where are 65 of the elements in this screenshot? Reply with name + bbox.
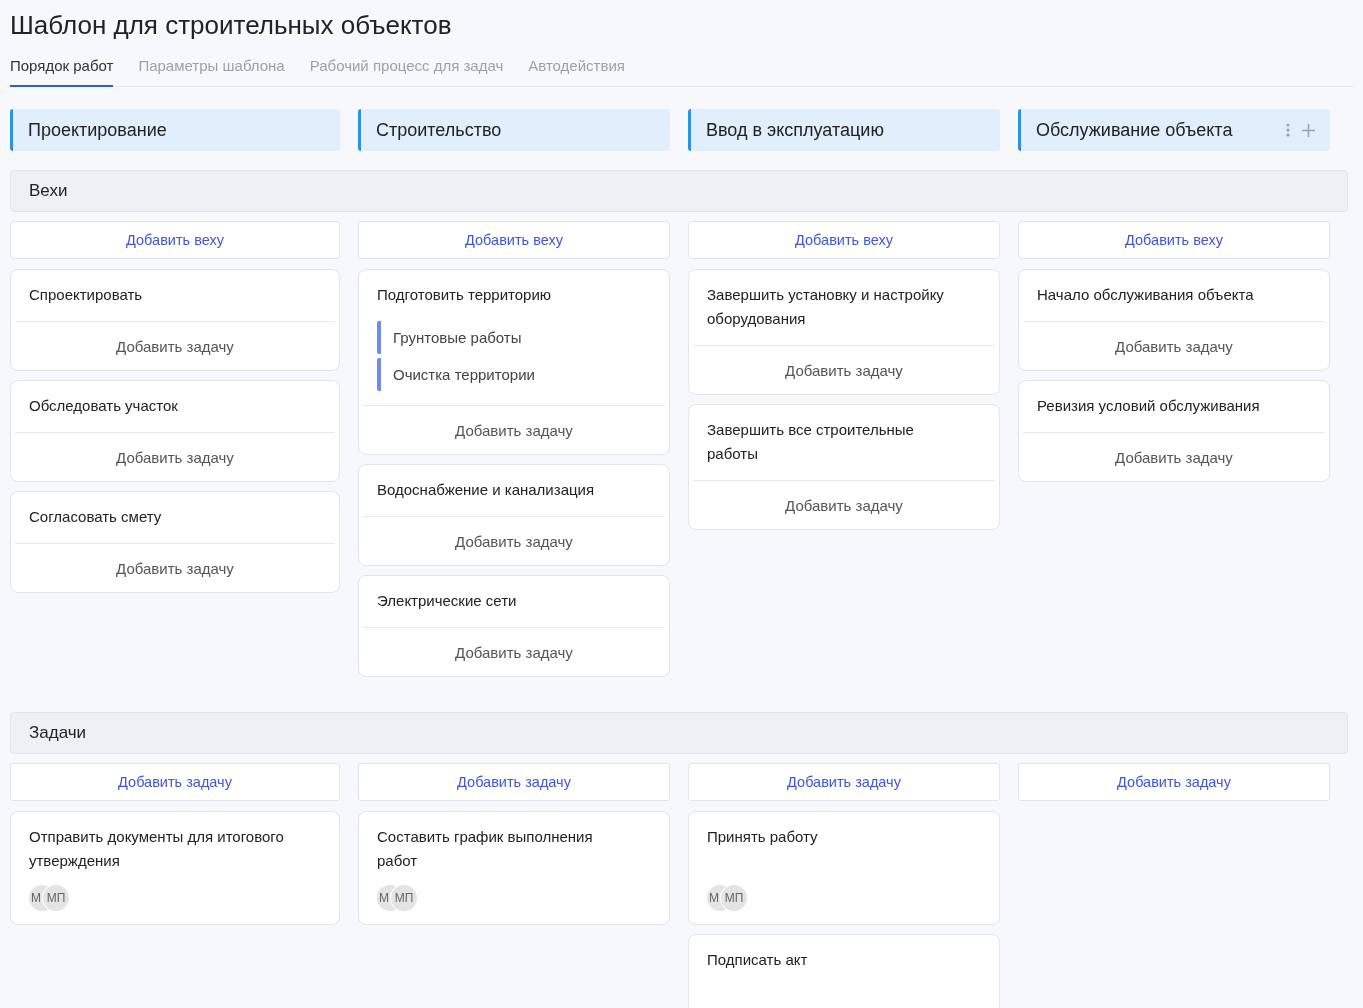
section-header: Задачи [10,712,1348,754]
stage-title: Обслуживание объекта [1036,119,1234,141]
task-card[interactable]: Составить график выполнения работ М МП [358,811,670,925]
add-button[interactable]: Добавить веху [10,221,340,259]
stage-header[interactable]: Строительство [358,109,670,151]
page-title: Шаблон для строительных объектов [9,9,453,42]
subtask-item[interactable]: Грунтовые работы [377,321,651,354]
add-button[interactable]: Добавить веху [1018,221,1330,259]
add-task-button[interactable]: Добавить задачу [689,346,999,394]
milestone-card[interactable]: Водоснабжение и канализация Добавить задачу [358,464,670,566]
stage-header[interactable]: Проектирование [10,109,340,151]
card-title: Завершить установку и настройку оборудования [706,285,945,329]
subtask-item[interactable]: Очистка территории [377,358,651,391]
card-title: Ревизия условий обслуживания [1036,396,1261,416]
add-task-button[interactable]: Добавить задачу [11,322,339,370]
card-title: Завершить все строительные работы [706,420,915,464]
avatar: МП [43,885,69,911]
milestone-card[interactable]: Обследовать участок Добавить задачу [10,380,340,482]
task-card[interactable]: Принять работу М МП [688,811,1000,925]
add-button[interactable]: Добавить задачу [10,763,340,801]
avatar: МП [391,885,417,911]
add-task-button[interactable]: Добавить задачу [359,517,669,565]
add-task-button[interactable]: Добавить задачу [359,406,669,454]
milestone-card[interactable]: Завершить все строительные работы Добавить задачу [688,404,1000,530]
add-task-button[interactable]: Добавить задачу [689,481,999,529]
card-title: Электрические сети [376,591,518,611]
card-title: Обследовать участок [28,396,179,416]
add-task-button[interactable]: Добавить задачу [11,433,339,481]
milestone-card[interactable]: Согласовать смету Добавить задачу [10,491,340,593]
milestone-card[interactable]: Спроектировать Добавить задачу [10,269,340,371]
add-task-button[interactable]: Добавить задачу [1019,322,1329,370]
add-button[interactable]: Добавить веху [688,221,1000,259]
stage-header[interactable]: Ввод в эксплуатацию [688,109,1000,151]
stage-title: Проектирование [28,119,168,141]
card-title: Составить график выполнения работ [376,827,594,871]
milestone-card[interactable]: Ревизия условий обслуживания Добавить задачу [1018,380,1330,482]
card-title: Начало обслуживания объекта [1036,285,1255,305]
stage-title: Строительство [376,119,503,141]
milestone-card[interactable]: Подготовить территорию Грунтовые работы Очистка территории Добавить задачу [358,269,670,455]
milestone-card[interactable]: Завершить установку и настройку оборудования Добавить задачу [688,269,1000,395]
add-button[interactable]: Добавить веху [358,221,670,259]
card-title: Подписать акт [706,950,809,970]
add-task-button[interactable]: Добавить задачу [1019,433,1329,481]
tab[interactable]: Порядок работ [10,47,114,87]
add-task-button[interactable]: Добавить задачу [359,628,669,676]
section-header: Вехи [10,170,1348,212]
milestone-card[interactable]: Электрические сети Добавить задачу [358,575,670,677]
card-title: Отправить документы для итогового утверждения [28,827,285,871]
task-card[interactable]: Подписать акт [688,934,1000,1008]
card-title: Принять работу [706,827,819,847]
add-icon[interactable] [1302,123,1315,137]
card-title: Подготовить территорию [376,285,553,305]
card-title: Водоснабжение и канализация [376,480,596,500]
add-task-button[interactable]: Добавить задачу [11,544,339,592]
stage-title: Ввод в эксплуатацию [706,119,885,141]
add-button[interactable]: Добавить задачу [358,763,670,801]
task-card[interactable]: Отправить документы для итогового утверждения М МП [10,811,340,925]
more-icon[interactable] [1286,123,1290,137]
card-title: Спроектировать [28,285,144,305]
add-button[interactable]: Добавить задачу [1018,763,1330,801]
add-button[interactable]: Добавить задачу [688,763,1000,801]
milestone-card[interactable]: Начало обслуживания объекта Добавить задачу [1018,269,1330,371]
card-title: Согласовать смету [28,507,163,527]
avatar: МП [721,885,747,911]
stage-header[interactable]: Обслуживание объекта [1018,109,1330,151]
